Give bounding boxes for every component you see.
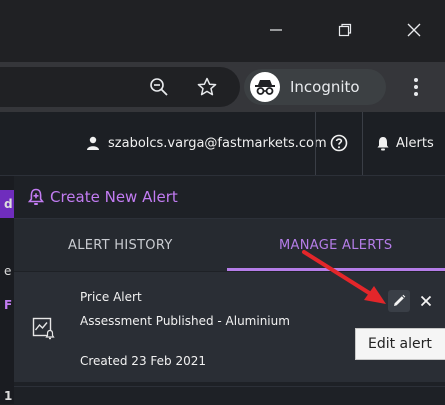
alerts-panel: Create New Alert ALERT HISTORY MANAGE AL… (14, 176, 445, 405)
user-account[interactable]: szabolcs.varga@fastmarkets.com (86, 130, 327, 156)
create-new-alert-label: Create New Alert (50, 188, 178, 206)
create-new-alert-button[interactable]: Create New Alert (28, 185, 178, 209)
alert-list-item: Price Alert Assessment Published - Alumi… (14, 272, 445, 382)
user-icon (87, 136, 99, 150)
active-tab-indicator (227, 268, 445, 271)
edit-alert-tooltip: Edit alert (355, 328, 445, 360)
more-dot (414, 85, 418, 89)
pencil-icon (394, 294, 406, 306)
close-window-button[interactable] (394, 10, 434, 50)
create-alert-row: Create New Alert (14, 176, 445, 219)
background-text: 1 (4, 389, 13, 403)
close-icon (407, 23, 421, 37)
user-email: szabolcs.varga@fastmarkets.com (108, 135, 327, 151)
alerts-nav[interactable]: Alerts (376, 130, 434, 156)
bookmark-button[interactable] (194, 74, 220, 100)
next-list-row (14, 386, 445, 405)
alert-description: Assessment Published - Aluminium (80, 314, 290, 328)
browser-menu-button[interactable] (403, 74, 429, 100)
app-header: szabolcs.varga@fastmarkets.com Alerts (0, 112, 445, 176)
browser-toolbar: Incognito (0, 62, 445, 112)
incognito-label: Incognito (290, 78, 360, 96)
edit-alert-button[interactable] (388, 290, 410, 312)
star-icon (197, 77, 217, 96)
bell-icon (377, 136, 389, 150)
header-divider (362, 112, 363, 175)
delete-alert-button[interactable] (416, 290, 436, 312)
restore-button[interactable] (325, 10, 365, 50)
more-dot (414, 78, 418, 82)
chart-bell-icon (32, 317, 56, 341)
alert-tabs: ALERT HISTORY MANAGE ALERTS (14, 219, 445, 271)
alert-created-date: Created 23 Feb 2021 (80, 354, 206, 368)
more-dot (414, 92, 418, 96)
close-icon (420, 295, 432, 307)
incognito-icon (250, 72, 280, 102)
zoom-button[interactable] (146, 74, 172, 100)
alerts-label: Alerts (396, 135, 434, 151)
tab-manage-alerts[interactable]: MANAGE ALERTS (279, 219, 392, 271)
address-bar[interactable] (0, 67, 240, 107)
bell-plus-icon (28, 188, 44, 205)
background-text: F (4, 298, 13, 312)
header-divider (315, 112, 316, 175)
restore-icon (338, 23, 352, 37)
alert-title: Price Alert (80, 290, 142, 304)
incognito-button[interactable]: Incognito (244, 69, 386, 105)
browser-titlebar (0, 0, 445, 62)
minimize-button[interactable] (256, 10, 296, 50)
minimize-icon (270, 29, 282, 31)
background-text: e (4, 264, 12, 278)
tab-alert-history[interactable]: ALERT HISTORY (68, 219, 173, 271)
background-text: d (4, 197, 13, 211)
help-button[interactable] (330, 134, 348, 152)
help-icon (330, 134, 348, 152)
zoom-icon (150, 78, 168, 96)
